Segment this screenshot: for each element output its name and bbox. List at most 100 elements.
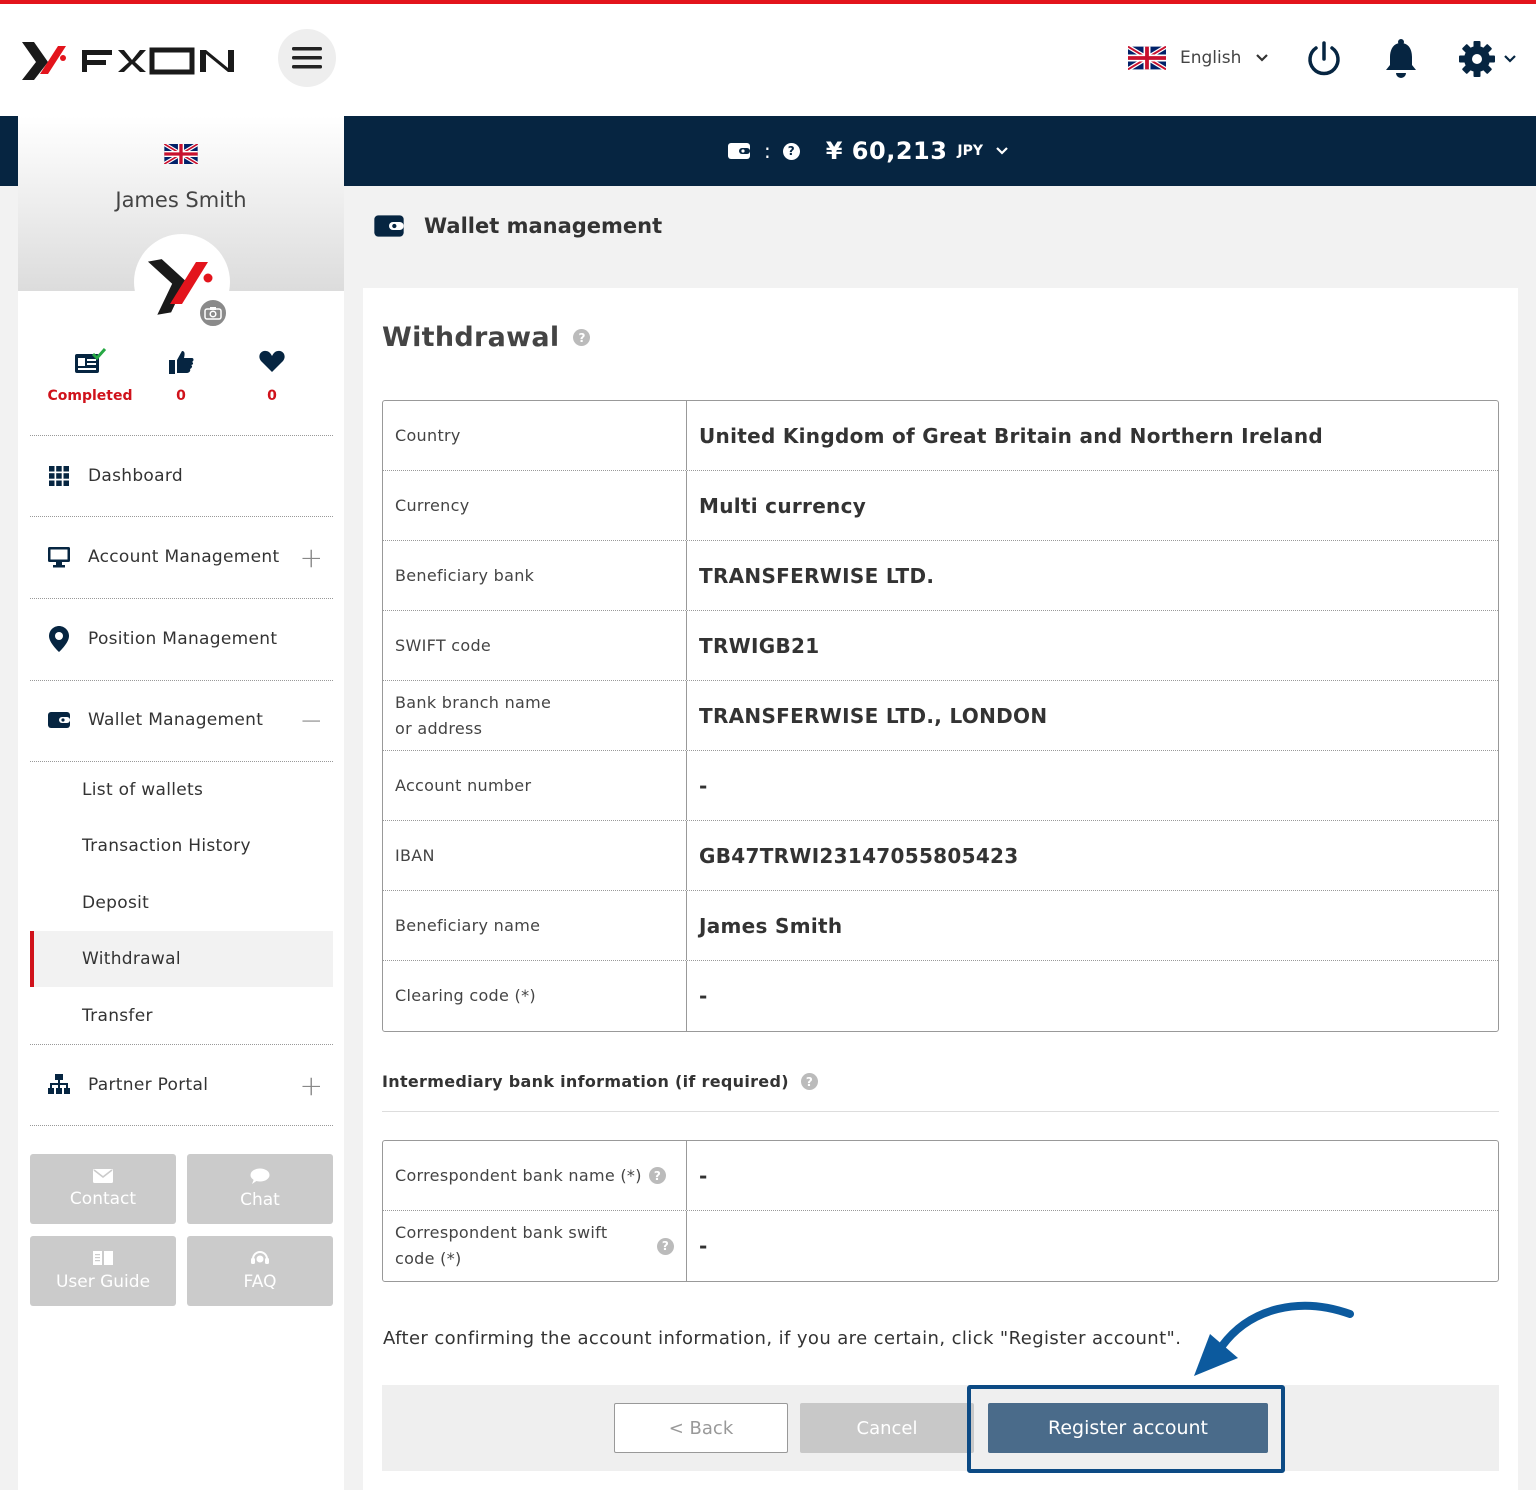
likes-stat[interactable]: 0 — [131, 348, 231, 404]
user-guide-button[interactable]: User Guide — [30, 1236, 176, 1306]
help-icon[interactable]: ? — [800, 1073, 818, 1090]
sidebar-subitem-label: Transfer — [82, 1006, 153, 1026]
balance-colon: : — [764, 139, 771, 163]
notifications-button[interactable] — [1383, 39, 1419, 79]
balance-currency: JPY — [957, 143, 984, 159]
row-value: United Kingdom of Great Britain and Nort… — [699, 423, 1324, 448]
sidebar-subitem-label: Withdrawal — [82, 949, 181, 969]
gear-icon — [1459, 41, 1516, 77]
row-value: TRANSFERWISE LTD., LONDON — [699, 703, 1048, 728]
table-row: Currency Multi currency — [383, 471, 1498, 541]
sidebar-item-label: Wallet Management — [88, 710, 264, 730]
back-button[interactable]: < Back — [614, 1403, 788, 1453]
logout-button[interactable] — [1305, 40, 1343, 78]
power-icon — [1308, 41, 1340, 76]
chat-label: Chat — [240, 1190, 280, 1210]
sidebar-item-position-management[interactable]: Position Management — [30, 599, 333, 679]
language-selector[interactable]: English — [1128, 44, 1269, 72]
contact-label: Contact — [69, 1189, 137, 1209]
table-row: SWIFT code TRWIGB21 — [383, 611, 1498, 681]
bell-icon — [1386, 39, 1416, 78]
card-title: Withdrawal ? — [382, 322, 591, 353]
collapse-icon[interactable]: − — [300, 704, 323, 737]
favorites-count: 0 — [267, 388, 277, 404]
user-guide-label: User Guide — [55, 1272, 151, 1292]
row-value: Multi currency — [699, 493, 867, 518]
faq-button[interactable]: FAQ — [187, 1236, 333, 1306]
heart-icon — [259, 350, 285, 372]
headset-icon — [251, 1251, 269, 1264]
likes-count: 0 — [176, 388, 186, 404]
verification-label: Completed — [47, 388, 133, 404]
help-icon[interactable]: ? — [649, 1167, 666, 1184]
table-row: Correspondent bank swift code (*) ? - — [383, 1211, 1498, 1281]
fxon-logo[interactable] — [18, 36, 238, 84]
help-icon[interactable]: ? — [573, 329, 591, 346]
sidebar-subitem-list-of-wallets[interactable]: List of wallets — [30, 762, 333, 818]
chat-button[interactable]: Chat — [187, 1154, 333, 1224]
intermediary-title: Intermediary bank information (if requir… — [382, 1072, 789, 1091]
row-label: Bank branch name or address — [383, 681, 687, 750]
row-label: Correspondent bank name (*) ? — [383, 1141, 687, 1210]
sidebar-subitem-label: Deposit — [82, 893, 150, 913]
profile-name: James Smith — [115, 188, 247, 212]
chat-bubble-icon — [250, 1168, 270, 1184]
uk-flag-icon — [164, 144, 198, 164]
withdrawal-title: Withdrawal — [382, 322, 560, 353]
expand-icon[interactable]: + — [300, 1069, 323, 1102]
bank-details-table: Country United Kingdom of Great Britain … — [382, 400, 1499, 1032]
sidebar-item-wallet-management[interactable]: Wallet Management − — [30, 680, 333, 760]
table-row: Account number - — [383, 751, 1498, 821]
row-label: Beneficiary bank — [383, 541, 687, 610]
change-avatar-button[interactable] — [198, 298, 228, 328]
expand-icon[interactable]: + — [300, 541, 323, 574]
row-label: Country — [383, 401, 687, 470]
sidebar-item-dashboard[interactable]: Dashboard — [30, 436, 333, 516]
sidebar-subitem-deposit[interactable]: Deposit — [30, 875, 333, 931]
sidebar-item-partner-portal[interactable]: Partner Portal + — [30, 1045, 333, 1125]
intermediary-heading: Intermediary bank information (if requir… — [382, 1072, 1499, 1112]
book-icon — [93, 1251, 113, 1265]
favorites-stat[interactable]: 0 — [222, 348, 322, 404]
contact-button[interactable]: Contact — [30, 1154, 176, 1224]
id-card-check-icon — [75, 348, 107, 373]
dashboard-grid-icon — [49, 466, 69, 486]
uk-flag-icon — [1128, 46, 1166, 70]
table-row: Beneficiary bank TRANSFERWISE LTD. — [383, 541, 1498, 611]
register-account-button[interactable]: Register account — [988, 1403, 1268, 1453]
sidebar-subitem-withdrawal[interactable]: Withdrawal — [30, 931, 333, 987]
row-label: Clearing code (*) — [383, 961, 687, 1031]
settings-button[interactable] — [1458, 39, 1520, 79]
thumbs-up-icon — [169, 351, 194, 374]
table-row: Correspondent bank name (*) ? - — [383, 1141, 1498, 1211]
sidebar: James Smith Completed 0 0 Dashboard Acco… — [18, 116, 344, 1490]
sidebar-subitem-label: List of wallets — [82, 780, 204, 800]
confirmation-note: After confirming the account information… — [383, 1328, 1182, 1349]
row-value: - — [699, 1163, 708, 1188]
row-value: - — [699, 984, 708, 1008]
menu-toggle-button[interactable] — [278, 29, 336, 87]
balance-selector[interactable]: : ? ¥ 60,213 JPY — [728, 136, 1009, 166]
wallet-icon — [48, 712, 70, 728]
cancel-button[interactable]: Cancel — [800, 1403, 974, 1453]
sidebar-subitem-transaction-history[interactable]: Transaction History — [30, 818, 333, 874]
monitor-icon — [48, 547, 70, 568]
help-icon[interactable]: ? — [657, 1237, 674, 1255]
row-label: Correspondent bank swift code (*) ? — [383, 1211, 687, 1281]
row-label-text: Correspondent bank swift code (*) — [395, 1223, 608, 1268]
row-label: Account number — [383, 751, 687, 820]
nav-divider — [30, 1125, 333, 1126]
table-row: Country United Kingdom of Great Britain … — [383, 401, 1498, 471]
row-value: - — [699, 1234, 708, 1258]
sidebar-item-account-management[interactable]: Account Management + — [30, 517, 333, 597]
sidebar-subitem-transfer[interactable]: Transfer — [30, 988, 333, 1044]
help-icon[interactable]: ? — [782, 142, 800, 160]
balance-amount: ¥ 60,213 — [825, 137, 948, 165]
sidebar-item-label: Dashboard — [88, 466, 183, 486]
page-heading: Wallet management — [374, 214, 662, 238]
table-row: IBAN GB47TRWI23147055805423 — [383, 821, 1498, 891]
verification-status[interactable]: Completed — [40, 348, 140, 404]
row-value: - — [699, 773, 708, 798]
row-value: GB47TRWI23147055805423 — [699, 843, 1019, 868]
row-label: Currency — [383, 471, 687, 540]
